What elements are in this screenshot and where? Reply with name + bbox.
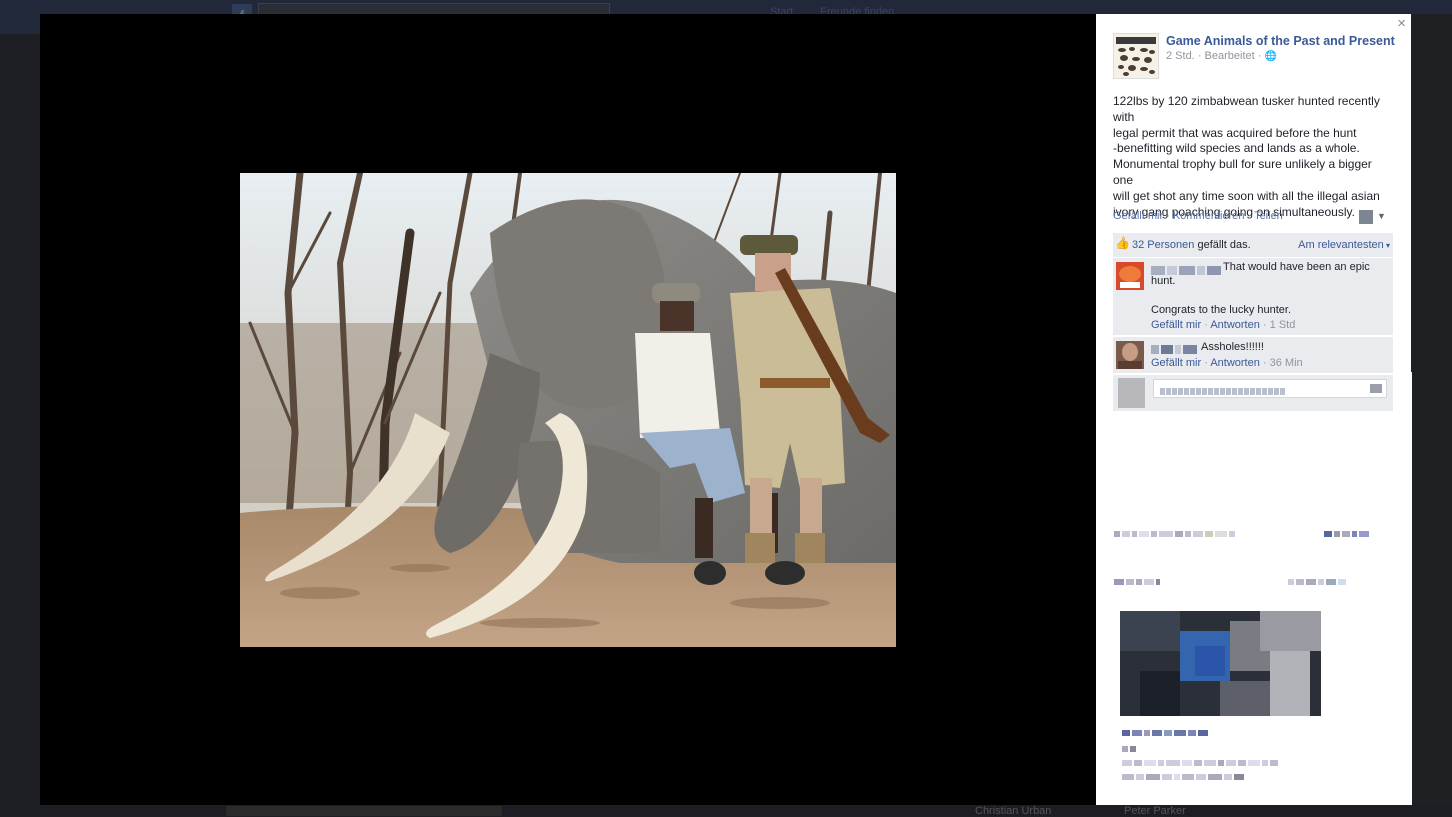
action-separator: · [1262, 357, 1270, 369]
comment-like-link[interactable]: Gefällt mir [1151, 319, 1201, 331]
comment-reply-link[interactable]: Antworten [1210, 357, 1260, 369]
comment-reply-link[interactable]: Antworten [1210, 319, 1260, 331]
viewer-avatar[interactable] [1359, 210, 1373, 224]
comment-link[interactable]: Kommentieren [1173, 210, 1245, 222]
action-separator: · [1262, 319, 1270, 331]
likes-suffix: gefällt das. [1197, 239, 1251, 251]
likes-text: 32 Personen gefällt das. [1132, 239, 1251, 251]
page-name-link[interactable]: Game Animals of the Past and Present [1166, 34, 1395, 48]
blurred-text [1114, 531, 1237, 539]
blurred-text [1288, 579, 1348, 587]
post-text-line: -benefitting wild species and lands as a… [1113, 141, 1360, 156]
comment-actions: Gefällt mir · Antworten · 1 Std [1151, 319, 1295, 331]
comment-text: That would have been an epic hunt. [1151, 261, 1370, 287]
blurred-text [1122, 774, 1246, 782]
comment-input[interactable] [1153, 379, 1387, 398]
post-text-line: 122lbs by 120 zimbabwean tusker hunted r… [1113, 94, 1380, 124]
commenter-avatar[interactable] [1116, 341, 1144, 369]
background-footer-name: Christian Urban [975, 805, 1052, 817]
caret-down-icon: ▾ [1383, 241, 1390, 250]
comment-item: Assholes!!!!!! Gefällt mir · Antworten ·… [1113, 337, 1393, 373]
close-icon[interactable]: × [1397, 16, 1406, 32]
blurred-text [1122, 746, 1138, 754]
blurred-text [1122, 730, 1210, 738]
meta-separator: · [1257, 50, 1265, 62]
post-text: 122lbs by 120 zimbabwean tusker hunted r… [1113, 94, 1395, 220]
comment-item: That would have been an epic hunt. Congr… [1113, 258, 1393, 335]
comment-sort-dropdown[interactable]: Am relevantesten ▾ [1298, 239, 1390, 251]
background-footer-name: Peter Parker [1124, 805, 1186, 817]
comment-time[interactable]: 1 Std [1270, 319, 1296, 331]
chevron-down-icon[interactable]: ▼ [1377, 211, 1386, 221]
comment-composer [1113, 375, 1393, 411]
commenter-avatar[interactable] [1116, 262, 1144, 290]
like-link[interactable]: Gefällt mir [1113, 210, 1163, 222]
comment-like-link[interactable]: Gefällt mir [1151, 357, 1201, 369]
page-avatar[interactable] [1113, 33, 1159, 79]
post-photo [240, 173, 896, 647]
blurred-suggestion-image[interactable] [1120, 611, 1321, 716]
commenter-name-blurred[interactable] [1151, 341, 1199, 354]
comment-text: Congrats to the lucky hunter. [1151, 304, 1292, 316]
post-text-line: Monumental trophy bull for sure unlikely… [1113, 157, 1372, 187]
photo-viewer-stage[interactable] [40, 14, 1096, 805]
blurred-text [1114, 579, 1162, 587]
comment-time[interactable]: 36 Min [1270, 357, 1303, 369]
globe-icon[interactable]: 🌐 [1265, 51, 1277, 62]
share-link[interactable]: Teilen [1254, 210, 1283, 222]
post-time[interactable]: 2 Std. [1166, 50, 1195, 62]
post-action-row: Gefällt mir · Kommentieren · Teilen [1113, 210, 1283, 222]
background-footer-strip [226, 806, 502, 816]
post-side-panel: × Game Animals of the Past and Present 2… [1096, 14, 1412, 805]
post-edited[interactable]: Bearbeitet [1205, 50, 1255, 62]
background-right-strip [1412, 14, 1452, 805]
camera-icon[interactable] [1370, 384, 1382, 393]
meta-separator: · [1197, 50, 1205, 62]
blurred-text [1122, 760, 1280, 768]
thumbs-up-icon: 👍 [1115, 236, 1130, 250]
viewer-avatar [1118, 378, 1145, 408]
comment-actions: Gefällt mir · Antworten · 36 Min [1151, 357, 1303, 369]
post-text-line: will get shot any time soon with all the… [1113, 188, 1380, 203]
post-meta: 2 Std. · Bearbeitet · 🌐 [1166, 50, 1277, 62]
blurred-text [1324, 531, 1371, 539]
comment-text: Assholes!!!!!! [1201, 341, 1264, 353]
post-text-line: legal permit that was acquired before th… [1113, 125, 1357, 140]
likes-summary: 👍 32 Personen gefällt das. Am relevantes… [1113, 233, 1393, 257]
comment-sort-label: Am relevantesten [1298, 239, 1384, 251]
likes-count-link[interactable]: 32 Personen [1132, 239, 1194, 251]
action-separator: · [1166, 210, 1173, 222]
